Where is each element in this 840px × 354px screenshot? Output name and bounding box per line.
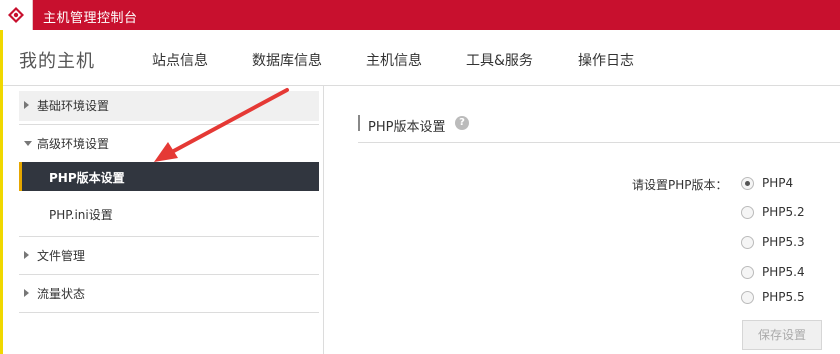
radio-php53[interactable]: PHP5.3 bbox=[741, 234, 831, 252]
divider bbox=[19, 312, 319, 313]
sidebar-group-label: 流量状态 bbox=[37, 287, 86, 301]
sidebar-group-traffic-status[interactable]: 流量状态 bbox=[19, 279, 319, 309]
radio-php4[interactable]: PHP4 bbox=[741, 175, 831, 193]
radio-php52[interactable]: PHP5.2 bbox=[741, 204, 831, 222]
radio-php55[interactable]: PHP5.5 bbox=[741, 289, 831, 307]
sidebar-item-php-version[interactable]: PHP版本设置 bbox=[19, 162, 319, 191]
divider bbox=[19, 236, 319, 237]
app-title: 主机管理控制台 bbox=[43, 11, 138, 26]
sidebar-item-label: PHP.ini设置 bbox=[49, 208, 113, 222]
section-marker bbox=[358, 115, 360, 131]
radio-label: PHP5.5 bbox=[762, 290, 805, 304]
radio-label: PHP4 bbox=[762, 176, 794, 190]
sidebar-group-advanced-env[interactable]: 高级环境设置 bbox=[19, 129, 319, 159]
main-content: PHP版本设置 ? 请设置PHP版本： PHP4 PHP5.2 PHP5.3 P… bbox=[325, 86, 840, 354]
section-title: PHP版本设置 bbox=[368, 120, 446, 135]
logo[interactable] bbox=[0, 0, 33, 30]
radio-button[interactable] bbox=[741, 177, 754, 190]
sidebar-group-basic-env[interactable]: 基础环境设置 bbox=[19, 91, 319, 121]
divider bbox=[19, 124, 319, 125]
radio-label: PHP5.3 bbox=[762, 235, 805, 249]
sidebar-item-label: PHP版本设置 bbox=[49, 171, 125, 185]
radio-button[interactable] bbox=[741, 266, 754, 279]
shield-logo-icon bbox=[8, 7, 24, 23]
sidebar: 基础环境设置 高级环境设置 PHP版本设置 PHP.ini设置 文件管理 流量状… bbox=[3, 86, 324, 354]
sidebar-item-php-ini[interactable]: PHP.ini设置 bbox=[19, 199, 319, 228]
caret-down-icon bbox=[24, 141, 32, 146]
radio-php54[interactable]: PHP5.4 bbox=[741, 264, 831, 282]
nav-item-database-info[interactable]: 数据库信息 bbox=[252, 50, 322, 70]
sidebar-group-label: 文件管理 bbox=[37, 249, 86, 263]
caret-right-icon bbox=[24, 251, 29, 259]
section-header: PHP版本设置 ? bbox=[358, 86, 840, 143]
sidebar-group-label: 高级环境设置 bbox=[37, 137, 110, 151]
nav-brand[interactable]: 我的主机 bbox=[19, 47, 95, 73]
help-icon[interactable]: ? bbox=[455, 116, 469, 130]
caret-right-icon bbox=[24, 289, 29, 297]
sidebar-group-label: 基础环境设置 bbox=[37, 99, 110, 113]
nav-item-tools-services[interactable]: 工具&服务 bbox=[466, 50, 533, 70]
nav-item-host-info[interactable]: 主机信息 bbox=[366, 50, 422, 70]
nav-item-site-info[interactable]: 站点信息 bbox=[152, 50, 208, 70]
nav-item-operation-log[interactable]: 操作日志 bbox=[578, 50, 634, 70]
save-button[interactable]: 保存设置 bbox=[742, 320, 822, 350]
sidebar-group-file-management[interactable]: 文件管理 bbox=[19, 241, 319, 271]
top-bar: 主机管理控制台 bbox=[0, 0, 840, 30]
radio-button[interactable] bbox=[741, 206, 754, 219]
radio-label: PHP5.4 bbox=[762, 265, 805, 279]
radio-button[interactable] bbox=[741, 236, 754, 249]
php-version-label: 请设置PHP版本： bbox=[632, 178, 728, 192]
caret-right-icon bbox=[24, 101, 29, 109]
divider bbox=[19, 274, 319, 275]
radio-button[interactable] bbox=[741, 291, 754, 304]
radio-label: PHP5.2 bbox=[762, 205, 805, 219]
main-nav: 我的主机 站点信息 数据库信息 主机信息 工具&服务 操作日志 bbox=[3, 30, 840, 86]
